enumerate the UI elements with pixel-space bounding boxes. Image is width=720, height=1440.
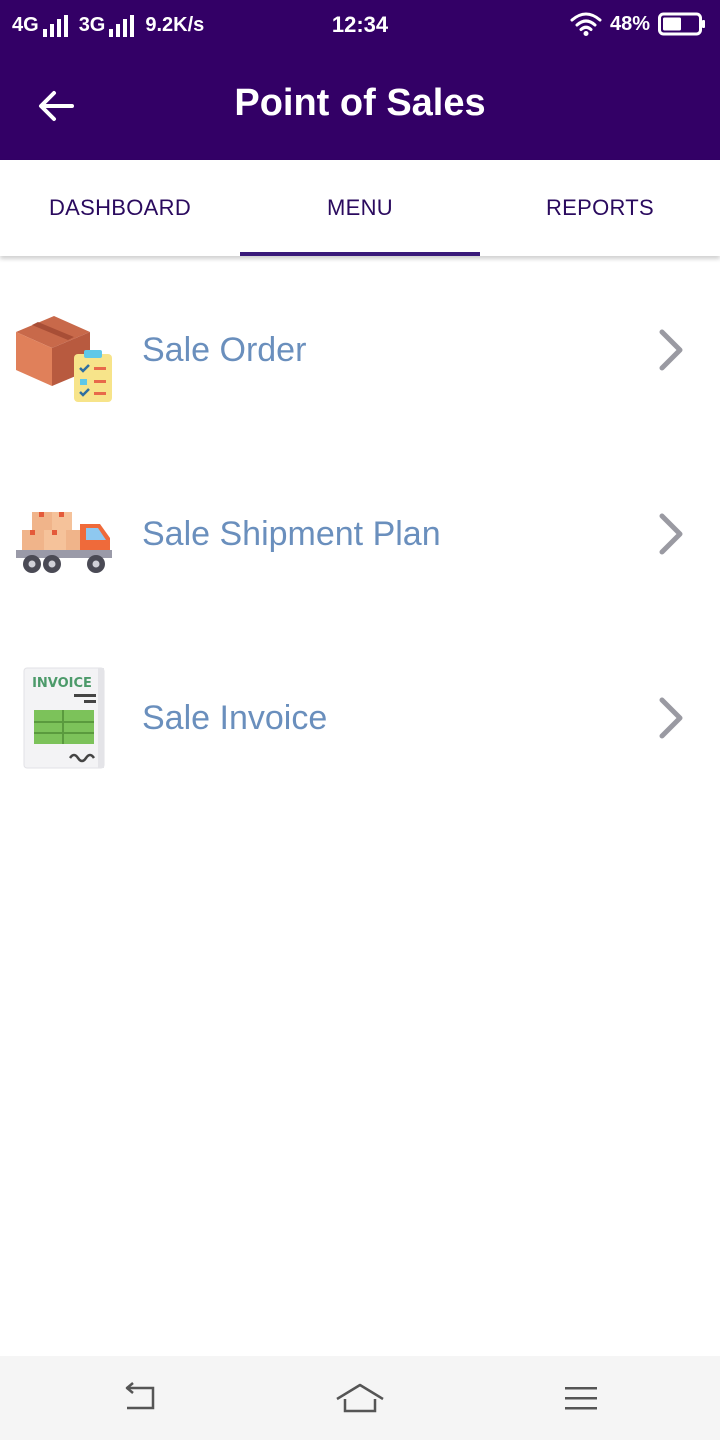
invoice-icon-text: INVOICE	[32, 676, 92, 691]
battery-icon	[658, 12, 705, 36]
status-right: 48%	[570, 12, 706, 36]
home-icon	[336, 1383, 384, 1413]
tab-dashboard[interactable]: DASHBOARD	[0, 160, 240, 256]
tab-menu[interactable]: MENU	[240, 160, 480, 256]
tab-bar: DASHBOARD MENU REPORTS	[0, 160, 720, 256]
menu-item-label: Sale Shipment Plan	[142, 514, 441, 553]
battery-percent: 48%	[609, 12, 650, 35]
menu-item-sale-shipment-plan[interactable]: Sale Shipment Plan	[0, 469, 720, 599]
menu-item-sale-order[interactable]: Sale Order	[0, 285, 720, 415]
chevron-right-icon	[659, 697, 683, 739]
menu-item-label: Sale Invoice	[142, 698, 328, 737]
nav-home-button[interactable]	[335, 1376, 385, 1420]
back-button[interactable]	[28, 78, 84, 134]
menu-item-sale-invoice[interactable]: INVOICE Sale Invoice	[0, 653, 720, 783]
arrow-back-icon	[39, 91, 74, 121]
sale-order-icon	[16, 316, 112, 402]
nav-menu-button[interactable]	[556, 1376, 606, 1420]
chevron-right-icon	[659, 513, 683, 555]
tab-reports[interactable]: REPORTS	[480, 160, 720, 256]
invoice-icon: INVOICE	[23, 667, 105, 769]
system-nav-bar	[0, 1356, 720, 1440]
delivery-truck-icon	[16, 512, 112, 573]
return-icon	[125, 1382, 155, 1410]
app-bar: Point of Sales	[0, 52, 720, 160]
hamburger-menu-icon	[565, 1387, 597, 1410]
menu-item-label: Sale Order	[142, 330, 307, 369]
status-bar: 4G 3G 9.2K/s 12:34 48%	[0, 0, 720, 52]
page-title: Point of Sales	[234, 82, 486, 124]
nav-back-button[interactable]	[114, 1376, 164, 1420]
chevron-right-icon	[659, 329, 683, 371]
wifi-icon	[570, 12, 602, 36]
